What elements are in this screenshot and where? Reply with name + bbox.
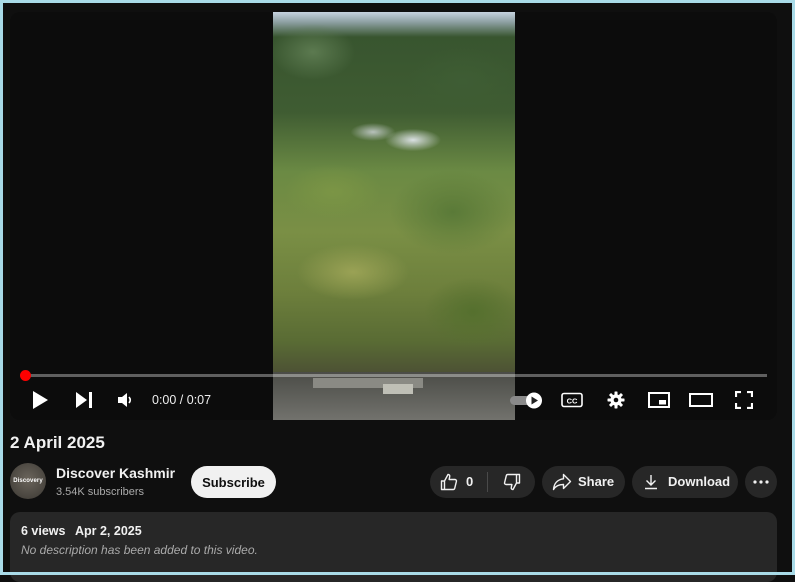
share-button[interactable]: Share bbox=[542, 466, 625, 498]
subscribe-button[interactable]: Subscribe bbox=[191, 466, 276, 498]
next-button[interactable] bbox=[70, 382, 98, 418]
fullscreen-icon bbox=[735, 391, 753, 409]
video-frame[interactable] bbox=[273, 12, 515, 420]
progress-bar[interactable] bbox=[25, 374, 767, 377]
description-meta: 6 views Apr 2, 2025 bbox=[21, 524, 142, 538]
settings-button[interactable] bbox=[603, 382, 629, 418]
volume-button[interactable] bbox=[112, 382, 140, 418]
volume-icon bbox=[118, 393, 132, 407]
autoplay-toggle[interactable] bbox=[509, 382, 545, 418]
view-count: 6 views bbox=[21, 524, 66, 538]
like-dislike-group: 0 bbox=[430, 466, 535, 498]
subscriber-count: 3.54K subscribers bbox=[56, 486, 145, 498]
play-button[interactable] bbox=[26, 382, 54, 418]
captions-label: CC bbox=[567, 397, 578, 406]
time-display: 0:00 / 0:07 bbox=[152, 393, 212, 407]
download-button[interactable]: Download bbox=[632, 466, 738, 498]
like-button[interactable]: 0 bbox=[430, 466, 488, 498]
captions-icon: CC bbox=[561, 392, 583, 408]
miniplayer-button[interactable] bbox=[646, 382, 672, 418]
channel-name[interactable]: Discover Kashmir bbox=[56, 465, 175, 481]
upload-date: Apr 2, 2025 bbox=[74, 524, 142, 538]
captions-button[interactable]: CC bbox=[559, 382, 585, 418]
thumbs-down-icon bbox=[503, 473, 520, 491]
description-box[interactable]: 6 views Apr 2, 2025 No description has b… bbox=[10, 512, 777, 582]
theater-mode-button[interactable] bbox=[688, 382, 714, 418]
more-actions-button[interactable] bbox=[745, 466, 777, 498]
share-arrow-icon bbox=[552, 473, 572, 491]
scrubber-handle[interactable] bbox=[20, 370, 31, 381]
video-title: 2 April 2025 bbox=[10, 433, 105, 452]
avatar-logo-text: Discovery bbox=[13, 478, 43, 484]
description-text: No description has been added to this vi… bbox=[21, 543, 258, 557]
avatar[interactable]: Discovery bbox=[10, 463, 46, 499]
dislike-button[interactable] bbox=[488, 466, 535, 498]
more-horizontal-icon bbox=[753, 480, 769, 484]
theater-mode-icon bbox=[689, 393, 713, 407]
next-icon bbox=[76, 392, 92, 408]
share-label: Share bbox=[578, 474, 615, 489]
download-label: Download bbox=[668, 474, 731, 489]
play-icon bbox=[33, 391, 48, 409]
gear-icon bbox=[607, 391, 625, 409]
like-count: 0 bbox=[466, 474, 474, 489]
thumbs-up-icon bbox=[440, 473, 458, 491]
video-player[interactable]: 0:00 / 0:07 CC bbox=[10, 12, 777, 420]
download-icon bbox=[645, 475, 657, 490]
player-controls: 0:00 / 0:07 CC bbox=[10, 382, 777, 418]
miniplayer-icon bbox=[648, 392, 670, 408]
autoplay-toggle-icon bbox=[510, 392, 542, 409]
fullscreen-button[interactable] bbox=[731, 382, 757, 418]
